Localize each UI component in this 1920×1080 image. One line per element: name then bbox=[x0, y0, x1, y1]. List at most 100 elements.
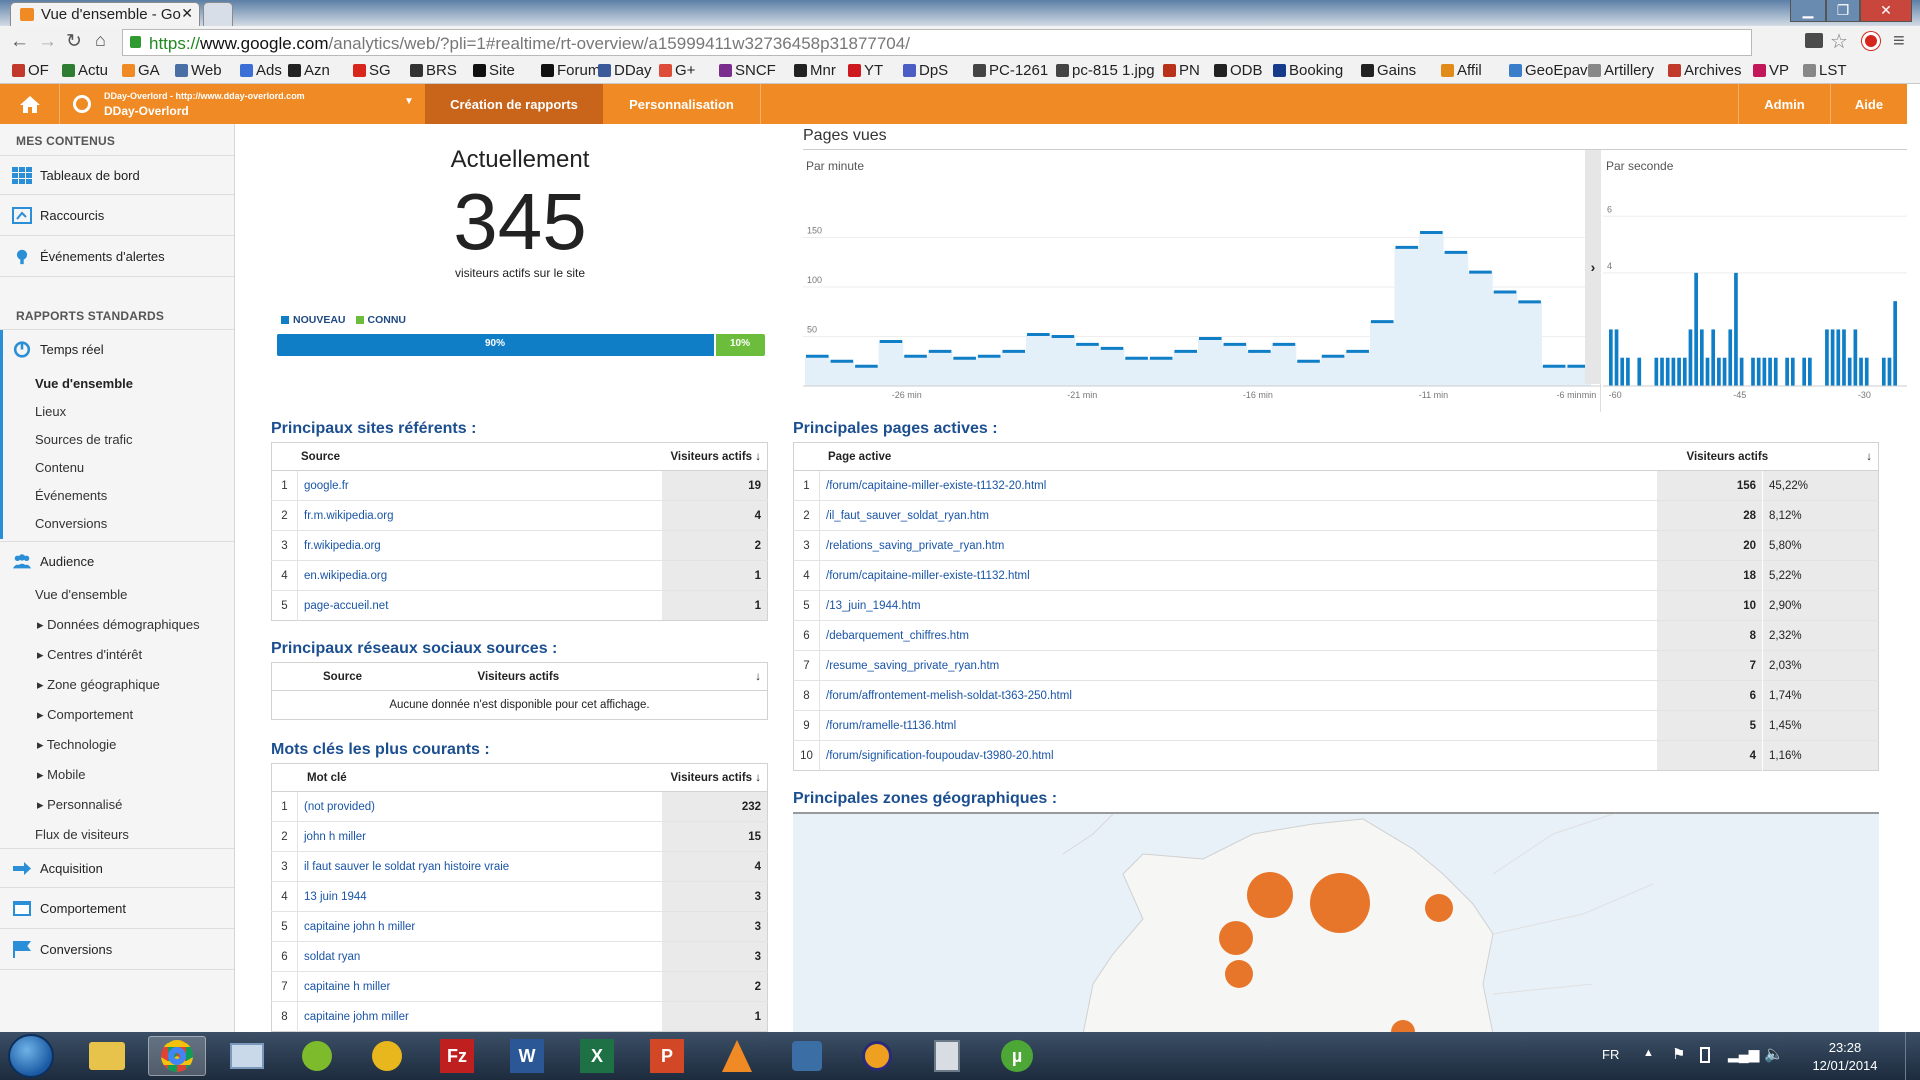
col-source-header[interactable]: Source bbox=[271, 442, 662, 471]
bookmark-item[interactable]: Site bbox=[473, 62, 515, 79]
help-link[interactable]: Aide bbox=[1830, 84, 1907, 124]
bookmark-item[interactable]: G+ bbox=[659, 62, 695, 79]
col-visitors-header[interactable]: Visiteurs actifs ↓ bbox=[661, 442, 768, 471]
browser-tab-active[interactable]: Vue d'ensemble - Go ✕ bbox=[10, 2, 200, 26]
taskbar-filezilla[interactable]: Fz bbox=[428, 1036, 486, 1076]
sidebar-subitem-audience[interactable]: ▸ Personnalisé bbox=[37, 797, 122, 813]
row-link[interactable]: capitaine h miller bbox=[297, 971, 662, 1002]
star-icon[interactable]: ☆ bbox=[1830, 29, 1848, 54]
taskbar-word[interactable]: W bbox=[498, 1036, 556, 1076]
new-tab-button[interactable] bbox=[203, 2, 233, 26]
sidebar-item-acquisition[interactable]: Acquisition bbox=[0, 848, 234, 888]
row-link[interactable]: capitaine john h miller bbox=[297, 911, 662, 942]
col-keyword-header[interactable]: Mot clé bbox=[271, 763, 662, 792]
row-link[interactable]: /forum/ramelle-t1136.html bbox=[819, 710, 1657, 741]
social-col-source-header[interactable]: Source bbox=[271, 662, 472, 691]
bookmark-item[interactable]: Mnr bbox=[794, 62, 836, 79]
bookmark-item[interactable]: pc-815 1.jpg bbox=[1056, 62, 1155, 79]
bookmark-item[interactable]: VP bbox=[1753, 62, 1789, 79]
chart-expand-handle[interactable]: › bbox=[1585, 150, 1601, 384]
row-link[interactable]: il faut sauver le soldat ryan histoire v… bbox=[297, 851, 662, 882]
show-desktop-button[interactable] bbox=[1905, 1032, 1920, 1080]
language-indicator[interactable]: FR bbox=[1602, 1047, 1619, 1062]
back-arrow-icon[interactable]: ← bbox=[10, 31, 29, 53]
tab-reports[interactable]: Création de rapports bbox=[425, 84, 603, 124]
comment-icon[interactable] bbox=[1805, 33, 1823, 48]
bookmark-item[interactable]: GA bbox=[122, 62, 160, 79]
sidebar-item-alerts[interactable]: Événements d'alertes bbox=[0, 237, 234, 277]
volume-icon[interactable]: 🔈 bbox=[1764, 1044, 1784, 1064]
taskbar-dreamweaver[interactable] bbox=[288, 1036, 346, 1076]
bookmark-item[interactable]: LST bbox=[1803, 62, 1847, 79]
account-selector[interactable]: DDay-Overlord - http://www.dday-overlord… bbox=[60, 84, 425, 124]
clock-time[interactable]: 23:28 bbox=[1805, 1040, 1885, 1055]
taskbar-excel[interactable]: X bbox=[568, 1036, 626, 1076]
row-link[interactable]: capitaine johm miller bbox=[297, 1001, 662, 1032]
social-sort-header[interactable]: ↓ bbox=[719, 662, 768, 691]
bookmark-item[interactable]: Gains bbox=[1361, 62, 1416, 79]
row-link[interactable]: fr.wikipedia.org bbox=[297, 530, 662, 561]
bookmark-item[interactable]: PC-1261 bbox=[973, 62, 1048, 79]
pages-col-visitors-header[interactable]: Visiteurs actifs ↓ bbox=[1656, 442, 1879, 471]
sidebar-item-conversions[interactable]: Conversions bbox=[0, 930, 234, 970]
row-link[interactable]: /forum/capitaine-miller-existe-t1132.htm… bbox=[819, 560, 1657, 591]
taskbar-app-tool[interactable] bbox=[778, 1036, 836, 1076]
sidebar-subitem-audience[interactable]: ▸ Centres d'intérêt bbox=[37, 647, 142, 663]
sidebar-subitem-realtime[interactable]: Lieux bbox=[35, 404, 66, 419]
col-page-header[interactable]: Page active bbox=[793, 442, 1657, 471]
home-icon[interactable]: ⌂ bbox=[95, 30, 106, 51]
sidebar-subitem-audience[interactable]: Vue d'ensemble bbox=[35, 587, 127, 602]
network-icon[interactable]: ▂▄▆ bbox=[1728, 1046, 1759, 1063]
sidebar-item-behavior[interactable]: Comportement bbox=[0, 889, 234, 929]
admin-link[interactable]: Admin bbox=[1738, 84, 1830, 124]
bookmark-item[interactable]: Ads bbox=[240, 62, 282, 79]
taskbar-calculator[interactable] bbox=[918, 1036, 976, 1076]
bookmark-item[interactable]: Artillery bbox=[1588, 62, 1654, 79]
taskbar-vlc[interactable] bbox=[708, 1036, 766, 1076]
bookmark-item[interactable]: Affil bbox=[1441, 62, 1482, 79]
bookmark-item[interactable]: Web bbox=[175, 62, 222, 79]
bookmark-item[interactable]: BRS bbox=[410, 62, 457, 79]
row-link[interactable]: /forum/capitaine-miller-existe-t1132-20.… bbox=[819, 470, 1657, 501]
taskbar-powerpoint[interactable]: P bbox=[638, 1036, 696, 1076]
taskbar-explorer[interactable] bbox=[78, 1036, 136, 1076]
row-link[interactable]: (not provided) bbox=[297, 791, 662, 822]
adblock-icon[interactable] bbox=[1862, 32, 1880, 50]
forward-arrow-icon[interactable]: → bbox=[38, 31, 57, 53]
menu-icon[interactable]: ≡ bbox=[1893, 30, 1905, 53]
clock-date[interactable]: 12/01/2014 bbox=[1805, 1058, 1885, 1073]
bookmark-item[interactable]: PN bbox=[1163, 62, 1200, 79]
close-tab-icon[interactable]: ✕ bbox=[181, 5, 193, 22]
row-link[interactable]: 13 juin 1944 bbox=[297, 881, 662, 912]
bookmark-item[interactable]: YT bbox=[848, 62, 883, 79]
sidebar-subitem-realtime[interactable]: Contenu bbox=[35, 460, 84, 475]
sidebar-subitem-audience[interactable]: ▸ Comportement bbox=[37, 707, 133, 723]
sidebar-subitem-audience[interactable]: ▸ Technologie bbox=[37, 737, 116, 753]
bookmark-item[interactable]: Actu bbox=[62, 62, 108, 79]
start-button[interactable] bbox=[8, 1034, 54, 1078]
row-link[interactable]: fr.m.wikipedia.org bbox=[297, 500, 662, 531]
sidebar-item-shortcuts[interactable]: Raccourcis bbox=[0, 196, 234, 236]
bookmark-item[interactable]: Booking bbox=[1273, 62, 1343, 79]
row-link[interactable]: /forum/affrontement-melish-soldat-t363-2… bbox=[819, 680, 1657, 711]
taskbar-chrome[interactable] bbox=[148, 1036, 206, 1076]
row-link[interactable]: /debarquement_chiffres.htm bbox=[819, 620, 1657, 651]
row-link[interactable]: soldat ryan bbox=[297, 941, 662, 972]
sidebar-subitem-audience[interactable]: Flux de visiteurs bbox=[35, 827, 129, 842]
bookmark-item[interactable]: GeoEpav bbox=[1509, 62, 1588, 79]
close-window-button[interactable]: ✕ bbox=[1860, 0, 1912, 22]
show-hidden-icons-icon[interactable]: ▲ bbox=[1643, 1047, 1654, 1059]
action-center-flag-icon[interactable]: ⚑ bbox=[1672, 1045, 1685, 1063]
row-link[interactable]: /resume_saving_private_ryan.htm bbox=[819, 650, 1657, 681]
bookmark-item[interactable]: OF bbox=[12, 62, 49, 79]
taskbar-audacity[interactable] bbox=[848, 1036, 906, 1076]
minimize-window-button[interactable]: ▁ bbox=[1790, 0, 1826, 22]
row-link[interactable]: google.fr bbox=[297, 470, 662, 501]
sidebar-subitem-audience[interactable]: ▸ Zone géographique bbox=[37, 677, 160, 693]
row-link[interactable]: john h miller bbox=[297, 821, 662, 852]
sidebar-subitem-audience[interactable]: ▸ Données démographiques bbox=[37, 617, 200, 633]
tab-customization[interactable]: Personnalisation bbox=[603, 84, 761, 124]
sidebar-item-audience[interactable]: Audience bbox=[0, 541, 234, 581]
geo-map[interactable] bbox=[793, 812, 1879, 1032]
row-link[interactable]: /forum/signification-foupoudav-t3980-20.… bbox=[819, 740, 1657, 771]
